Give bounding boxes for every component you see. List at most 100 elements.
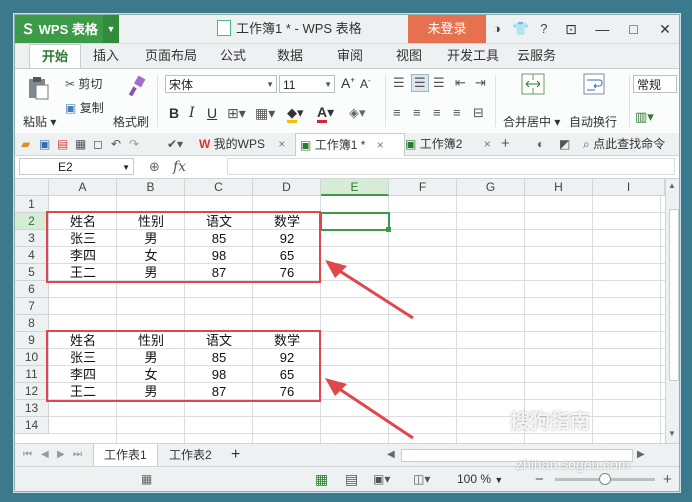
- tab-cloud[interactable]: 云服务: [517, 44, 556, 68]
- row-header-selected[interactable]: 2: [15, 213, 49, 230]
- font-shrink-button[interactable]: A-: [360, 76, 371, 91]
- row-header[interactable]: 10: [15, 349, 49, 366]
- vertical-scrollbar[interactable]: ▲ ▼: [665, 179, 679, 443]
- close-icon[interactable]: ×: [278, 137, 285, 151]
- search-command[interactable]: ⌕ 点此查找命令: [583, 133, 665, 155]
- fill-pattern-icon[interactable]: ▦▾: [255, 105, 275, 122]
- distribute-icon[interactable]: ⊟: [473, 105, 484, 121]
- row-header[interactable]: 1: [15, 196, 49, 213]
- zoom-icon[interactable]: ⊕: [149, 156, 160, 178]
- bold-button[interactable]: B: [169, 105, 179, 121]
- column-header[interactable]: B: [117, 179, 185, 196]
- row-header[interactable]: 11: [15, 366, 49, 383]
- column-header[interactable]: H: [525, 179, 593, 196]
- wrap-text-button[interactable]: 自动换行: [569, 113, 617, 130]
- font-grow-button[interactable]: A+: [341, 75, 355, 91]
- row-header[interactable]: 9: [15, 332, 49, 349]
- tab-page-layout[interactable]: 页面布局: [145, 44, 197, 68]
- zoom-in-button[interactable]: +: [663, 467, 672, 491]
- format-painter-button[interactable]: 格式刷: [113, 113, 149, 130]
- tab-workbook1[interactable]: ▣ 工作簿1 * ×: [295, 133, 405, 156]
- row-header[interactable]: 8: [15, 315, 49, 332]
- customize-icon[interactable]: ✔▾: [167, 133, 183, 155]
- active-cell-e2[interactable]: [320, 212, 390, 231]
- merge-center-button[interactable]: 合并居中 ▾: [503, 113, 560, 130]
- border-icon[interactable]: ⊞▾: [227, 105, 246, 122]
- hscroll-right-icon[interactable]: ▶: [637, 444, 645, 466]
- cut-button[interactable]: ✂ 剪切: [65, 75, 102, 92]
- calendar-icon[interactable]: ▦: [141, 467, 152, 491]
- column-header-selected[interactable]: E: [321, 179, 389, 196]
- sheet-tab-2[interactable]: 工作表2: [169, 444, 212, 466]
- close-button[interactable]: ✕: [651, 15, 679, 43]
- fill-color-icon[interactable]: ◆▾: [287, 105, 304, 123]
- maximize-button[interactable]: □: [620, 15, 648, 43]
- align-right-icon[interactable]: ≡: [433, 105, 441, 120]
- row-header[interactable]: 14: [15, 417, 49, 434]
- save-icon[interactable]: ▣: [39, 133, 50, 155]
- wrap-text-icon[interactable]: [583, 73, 605, 95]
- font-color-button[interactable]: A▾: [317, 104, 334, 123]
- skin-icon[interactable]: ◑: [493, 15, 501, 43]
- column-header[interactable]: A: [49, 179, 117, 196]
- minimize-button[interactable]: —: [588, 15, 616, 43]
- zoom-slider[interactable]: [555, 473, 655, 485]
- scroll-down-icon[interactable]: ▼: [668, 429, 676, 438]
- close-icon[interactable]: ×: [484, 137, 491, 151]
- column-header[interactable]: C: [185, 179, 253, 196]
- row-header[interactable]: 3: [15, 230, 49, 247]
- align-bottom-icon[interactable]: ☰: [433, 75, 445, 91]
- select-all-corner[interactable]: [15, 179, 49, 196]
- tab-my-wps[interactable]: W 我的WPS ×: [199, 133, 285, 155]
- normal-view-icon[interactable]: ▦: [315, 467, 328, 491]
- italic-button[interactable]: I: [189, 105, 195, 121]
- row-header[interactable]: 13: [15, 400, 49, 417]
- merge-center-icon[interactable]: [521, 73, 545, 95]
- print-icon[interactable]: ▦: [75, 133, 86, 155]
- align-left-icon[interactable]: ≡: [393, 105, 401, 120]
- scroll-thumb[interactable]: [669, 209, 679, 381]
- align-center-icon[interactable]: ≡: [413, 105, 421, 120]
- name-box[interactable]: E2 ▼: [19, 158, 134, 175]
- row-header[interactable]: 4: [15, 247, 49, 264]
- sheet-nav-next-icon[interactable]: ▶: [57, 444, 65, 466]
- paste-icon[interactable]: [25, 75, 51, 101]
- page-break-view-icon[interactable]: ▤: [345, 467, 358, 491]
- tab-workbook2[interactable]: ▣ 工作簿2 ×: [405, 133, 491, 155]
- column-header[interactable]: I: [593, 179, 665, 196]
- zoom-slider-knob[interactable]: [599, 473, 611, 485]
- number-format-select[interactable]: 常规: [633, 75, 677, 93]
- sheet-nav-last-icon[interactable]: ⏭: [73, 444, 82, 466]
- sheet-tab-1[interactable]: 工作表1: [93, 444, 158, 467]
- sheet-nav-prev-icon[interactable]: ◀: [41, 444, 49, 466]
- percent-format-icon[interactable]: ▥▾: [635, 109, 654, 125]
- add-sheet-button[interactable]: +: [231, 444, 240, 466]
- font-name-select[interactable]: 宋体 ▼: [165, 75, 277, 93]
- row-header[interactable]: 7: [15, 298, 49, 315]
- hscroll-left-icon[interactable]: ◀: [387, 444, 395, 466]
- row-header[interactable]: 12: [15, 383, 49, 400]
- indent-increase-icon[interactable]: ⇥: [475, 75, 486, 91]
- paste-button[interactable]: 粘贴 ▾: [23, 113, 56, 130]
- tab-review[interactable]: 审阅: [337, 44, 363, 68]
- formula-input[interactable]: [227, 158, 675, 175]
- zoom-level[interactable]: 100 % ▼: [457, 467, 503, 491]
- bookmark-icon[interactable]: ◩: [559, 133, 570, 155]
- row-header[interactable]: 5: [15, 264, 49, 281]
- pdf-icon[interactable]: ▤: [57, 133, 68, 155]
- undo-icon[interactable]: ↶: [111, 133, 121, 155]
- help-icon[interactable]: ?: [540, 15, 547, 43]
- tab-formulas[interactable]: 公式: [220, 44, 246, 68]
- column-header[interactable]: D: [253, 179, 321, 196]
- app-menu-button[interactable]: Ｓ WPS 表格 ▼: [15, 15, 119, 43]
- tab-developer[interactable]: 开发工具: [447, 44, 499, 68]
- brush-icon[interactable]: [127, 75, 149, 97]
- column-header[interactable]: G: [457, 179, 525, 196]
- sheet-nav-first-icon[interactable]: ⏮: [23, 444, 32, 466]
- reading-mode-icon[interactable]: ◫▾: [413, 467, 430, 491]
- scroll-up-icon[interactable]: ▲: [668, 181, 676, 190]
- open-folder-icon[interactable]: ▰: [21, 133, 30, 155]
- function-icon[interactable]: fx: [173, 156, 186, 178]
- align-middle-icon[interactable]: ☰: [411, 74, 429, 92]
- close-icon[interactable]: ×: [377, 138, 384, 152]
